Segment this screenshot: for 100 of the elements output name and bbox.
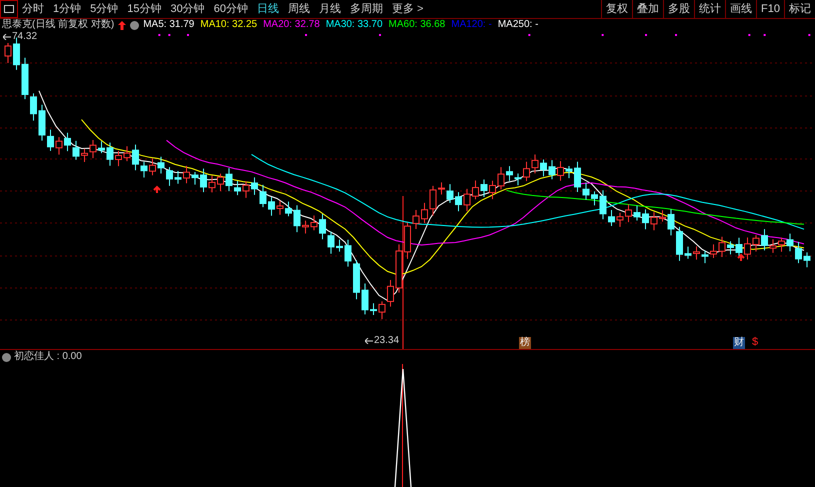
candlestick (676, 226, 683, 262)
pointer-arrow-icon (365, 338, 373, 344)
candlestick (472, 180, 479, 200)
candlestick (285, 201, 292, 217)
candlestick (98, 140, 105, 154)
candlestick (710, 244, 717, 259)
toolbar-button[interactable]: 画线 (725, 0, 756, 18)
candlestick (514, 173, 522, 186)
period-tab[interactable]: 5分钟 (90, 4, 118, 14)
candlestick (548, 160, 556, 180)
candlestick (404, 222, 411, 260)
candlestick (540, 159, 547, 177)
ma-value: MA250: - (498, 20, 538, 30)
candlestick (387, 279, 394, 308)
event-badge[interactable]: 财 (733, 337, 745, 349)
period-tab[interactable]: 15分钟 (127, 4, 162, 14)
candlestick (260, 184, 266, 208)
candlestick (370, 302, 377, 316)
candlestick (242, 180, 250, 198)
candlestick (72, 140, 80, 160)
toolbar-button[interactable]: F10 (756, 0, 784, 18)
event-badge[interactable]: 榜 (519, 337, 531, 349)
candlestick (616, 212, 624, 228)
candlestick (396, 244, 402, 294)
period-tab[interactable]: 60分钟 (214, 4, 248, 14)
candlestick (140, 161, 148, 178)
toolbar-button[interactable]: 统计 (694, 0, 726, 18)
candlestick (56, 136, 62, 156)
candlestick (684, 246, 692, 260)
candlestick (446, 184, 454, 204)
candlestick (378, 300, 386, 320)
ma-value: MA30: 33.70 (326, 20, 383, 30)
period-tab[interactable]: 分时 (22, 4, 44, 14)
buy-arrow-icon (737, 254, 745, 262)
panel-toggle-button[interactable] (0, 0, 18, 18)
candlestick (183, 165, 190, 184)
candlestick (115, 150, 122, 167)
period-tab[interactable]: 更多 > (392, 4, 424, 14)
candlestick (234, 180, 241, 196)
period-tab[interactable]: 周线 (288, 4, 310, 14)
candlestick (752, 234, 760, 252)
candlestick (81, 148, 88, 162)
period-tab[interactable]: 1分钟 (53, 4, 82, 14)
collapse-icon[interactable] (2, 352, 11, 362)
candlestick (566, 165, 572, 179)
candlestick (523, 161, 530, 182)
buy-arrow-icon (153, 186, 161, 194)
candlestick (795, 241, 802, 264)
toolbar-button[interactable]: 复权 (601, 0, 632, 18)
candlestick (574, 161, 581, 192)
candlestick (200, 168, 207, 193)
toolbar-button[interactable]: 标记 (784, 0, 815, 18)
candlestick (582, 182, 590, 200)
high-price-label: 74.32 (12, 32, 38, 42)
candlestick (4, 42, 12, 64)
collapse-icon[interactable] (130, 20, 140, 30)
candlestick (642, 208, 649, 230)
candlestick (166, 166, 173, 186)
candlestick (124, 146, 130, 162)
candlestick (192, 172, 198, 186)
dividend-mark[interactable]: $ (752, 337, 758, 348)
chart-title: 思泰克(日线 前复权 对数) (2, 20, 114, 30)
candlestick (226, 168, 232, 192)
candlestick (310, 215, 318, 231)
candlestick (600, 190, 606, 220)
candlestick (276, 200, 284, 216)
panel-icon (4, 5, 14, 13)
candlestick (344, 239, 352, 268)
candlestick (744, 237, 751, 260)
period-tab[interactable]: 多周期 (350, 4, 383, 14)
candlestick (498, 166, 504, 190)
candlestick (430, 185, 436, 216)
candlestick (336, 239, 343, 252)
candlestick (608, 209, 615, 227)
candlestick (634, 205, 640, 221)
period-tab[interactable]: 30分钟 (170, 4, 205, 14)
toolbar-button[interactable]: 叠加 (632, 0, 664, 18)
candlestick (328, 231, 334, 254)
candlestick (693, 246, 700, 260)
toolbar-button[interactable]: 多股 (663, 0, 694, 18)
ma-value: MA60: 36.68 (388, 20, 446, 30)
candlestick (132, 144, 139, 171)
candlestick (557, 160, 564, 182)
candlestick (90, 140, 96, 159)
period-tab[interactable]: 月线 (319, 4, 341, 14)
low-price-label: 23.34 (374, 336, 400, 346)
candlestick (650, 212, 658, 231)
candlestick (761, 228, 768, 251)
candlestick (149, 158, 156, 176)
candlestick (412, 209, 420, 230)
candlestick (506, 166, 513, 182)
candlestick (268, 196, 275, 216)
ma-value: MA5: 31.79 (143, 20, 194, 30)
candlestick (217, 173, 224, 192)
candlestick (319, 214, 326, 240)
candlestick (464, 188, 470, 212)
period-tab[interactable]: 日线 (257, 4, 279, 14)
candlestick (736, 237, 742, 258)
indicator-value: 初恋佳人 : 0.00 (14, 352, 82, 362)
candlestick (64, 132, 71, 152)
